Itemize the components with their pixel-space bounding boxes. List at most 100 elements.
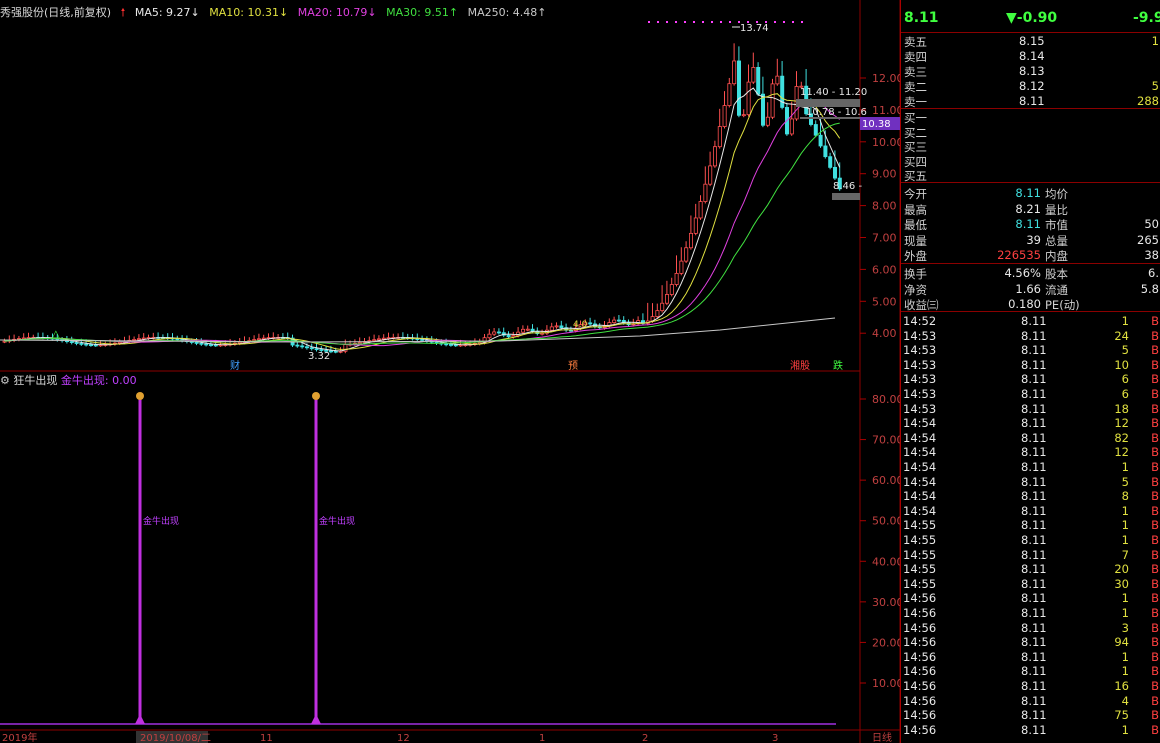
tick-time: 14:55 — [903, 547, 937, 562]
tick-row: 14:56 8.11 16 B — [901, 679, 1160, 694]
tick-price: 8.11 — [1021, 649, 1047, 664]
tick-time: 14:53 — [903, 328, 937, 343]
candle-body — [588, 322, 593, 325]
tick-price: 8.11 — [1021, 562, 1047, 577]
tick-row: 14:53 8.11 6 B — [901, 372, 1160, 387]
candle-body — [559, 325, 564, 329]
stat-label: 量比 — [1045, 202, 1068, 217]
sell-row: 卖五 8.15 1 — [901, 34, 1160, 49]
tick-direction: B — [1151, 708, 1159, 723]
signal-dot — [765, 21, 767, 23]
signal-dot — [792, 21, 794, 23]
tick-volume: 6 — [1121, 387, 1129, 401]
tick-time: 14:54 — [903, 445, 937, 460]
candle-body — [295, 344, 300, 347]
price-axis-label: 10.00 — [872, 136, 904, 149]
tick-time: 14:54 — [903, 460, 937, 474]
tick-price: 8.11 — [1021, 518, 1047, 533]
stat-row: 现量 39 总量 265 — [901, 233, 1160, 248]
candle-body — [665, 294, 670, 304]
sell-row: 卖三 8.13 — [901, 64, 1160, 79]
sell-row: 卖四 8.14 — [901, 49, 1160, 64]
stat-value: 39 — [1026, 232, 1041, 247]
candle-body — [679, 260, 684, 274]
sell-volume: 1 — [1151, 34, 1159, 48]
stat-row: 外盘 226535 内盘 38 — [901, 248, 1160, 263]
signal-dot — [801, 21, 803, 23]
tick-price: 8.11 — [1021, 357, 1047, 372]
tick-price: 8.11 — [1021, 576, 1047, 591]
signal-dot — [756, 21, 758, 23]
indicator-name[interactable]: 狂牛出现 — [13, 374, 57, 387]
tick-time: 14:56 — [903, 620, 937, 635]
tick-direction: B — [1151, 635, 1159, 650]
sell-level-label: 卖五 — [904, 35, 927, 49]
sell-volume: 5 — [1151, 79, 1159, 93]
sell-level-label: 卖三 — [904, 65, 927, 79]
candle-body — [756, 66, 761, 95]
signal-dot — [774, 21, 776, 23]
tick-direction: B — [1151, 430, 1159, 445]
tick-price: 8.11 — [1021, 679, 1047, 693]
tick-price: 8.11 — [1021, 693, 1047, 708]
tick-volume: 1 — [1121, 591, 1129, 606]
tick-price: 8.11 — [1021, 401, 1047, 416]
signal-dot — [675, 21, 677, 23]
tick-volume: 12 — [1114, 445, 1129, 460]
tick-direction: B — [1151, 722, 1159, 737]
tick-row: 14:53 8.11 10 B — [901, 358, 1160, 373]
ind-axis-label: 10.00 — [872, 677, 904, 690]
candle-body — [698, 201, 703, 219]
tick-direction: B — [1151, 679, 1159, 693]
tick-direction: B — [1151, 489, 1159, 504]
ind-axis-label: 70.00 — [872, 434, 904, 447]
candle-body — [703, 183, 708, 202]
tick-price: 8.11 — [1021, 372, 1047, 387]
candle-body — [732, 60, 737, 85]
candle-body — [833, 166, 838, 179]
gear-icon[interactable]: ⚙ — [0, 374, 10, 387]
tick-volume: 94 — [1114, 635, 1129, 650]
ma20-label: MA20: 10.79↓ — [297, 6, 377, 19]
stat-value: 1.66 — [1015, 281, 1041, 296]
price-axis-label: 5.00 — [872, 295, 897, 308]
tick-row: 14:56 8.11 1 B — [901, 664, 1160, 679]
candle-body — [525, 328, 530, 331]
tick-volume: 1 — [1121, 518, 1129, 533]
tick-price: 8.11 — [1021, 416, 1047, 431]
signal-dot — [729, 21, 731, 23]
candle-body — [823, 145, 828, 158]
candle-body — [617, 319, 622, 322]
signal-dot — [702, 21, 704, 23]
stat-label: 外盘 — [904, 249, 927, 263]
candle-body — [261, 337, 266, 340]
mid-mark: 4.0 — [573, 320, 588, 330]
quote-panel: 8.11 ▼-0.90 -9.9 卖五 8.15 1 卖四 8.14 卖三 8.13 卖二 8.… — [900, 0, 1160, 743]
candle-body — [79, 342, 84, 345]
candle-body — [761, 93, 766, 126]
tick-direction: B — [1151, 474, 1159, 489]
tick-price: 8.11 — [1021, 708, 1047, 723]
tick-row: 14:54 8.11 12 B — [901, 445, 1160, 460]
tick-row: 14:54 8.11 12 B — [901, 416, 1160, 431]
stat-label: 现量 — [904, 233, 927, 248]
candle-body — [612, 319, 617, 323]
indicator-legend: ⚙ 狂牛出现 金牛出现: 0.00 — [0, 372, 137, 387]
sell-price: 8.11 — [1019, 94, 1045, 108]
price-tag: 10.38 — [862, 119, 891, 130]
stat-label: 流通 — [1045, 282, 1068, 297]
tick-time: 14:53 — [903, 401, 937, 416]
date-axis-label: 11 — [260, 733, 273, 743]
tick-time: 14:54 — [903, 489, 937, 504]
tick-volume: 16 — [1114, 679, 1129, 693]
sell-row: 卖一 8.11 288 — [901, 94, 1160, 109]
tick-time: 14:56 — [903, 679, 937, 693]
tick-direction: B — [1151, 343, 1159, 358]
tick-volume: 7 — [1121, 547, 1129, 562]
candle-body — [506, 334, 511, 338]
price-change: ▼-0.90 — [1006, 10, 1058, 26]
tick-row: 14:56 8.11 1 B — [901, 723, 1160, 738]
candle-body — [496, 331, 501, 334]
stat-label: 内盘 — [1045, 249, 1068, 263]
tick-time: 14:55 — [903, 518, 937, 533]
